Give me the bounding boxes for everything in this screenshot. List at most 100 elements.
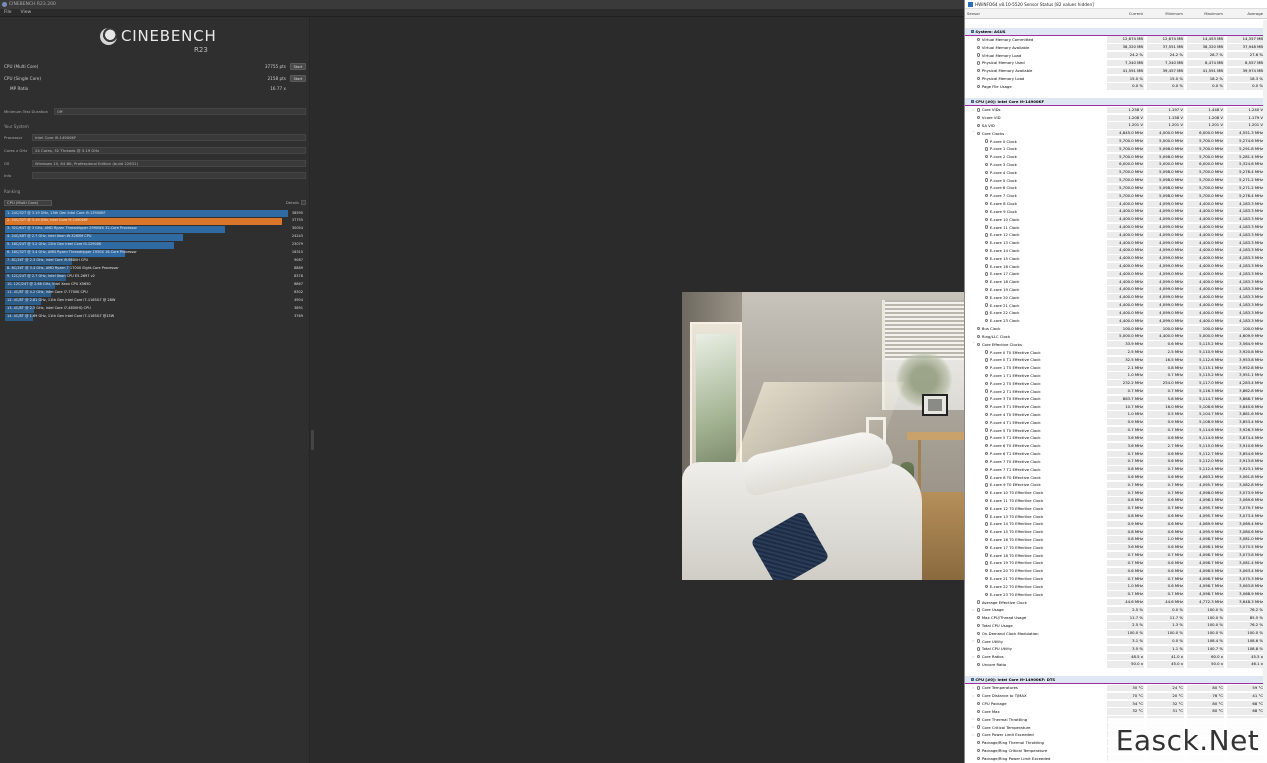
sensor-row[interactable]: Uncore Ratio 50.0 x 45.0 x 50.0 x 46.1 x (965, 661, 1267, 669)
sensor-row[interactable]: E-core 19 T0 Effective Clock 0.7 MHz 0.6 M… (965, 559, 1267, 567)
sensor-row[interactable]: P-core 5 Clock 5,700.0 MHz 5,098.0 MHz 5,70… (965, 176, 1267, 184)
sensor-row[interactable]: E-core 17 T0 Effective Clock 3.6 MHz 0.6 M… (965, 543, 1267, 551)
sensor-row[interactable]: E-core 11 T0 Effective Clock 0.8 MHz 0.6 M… (965, 497, 1267, 505)
sensor-row[interactable]: Virtual Memory Load 24.2 % 24.2 % 28.7 % 27.… (965, 51, 1267, 59)
sensor-row[interactable]: E-core 21 Clock 4,400.0 MHz 4,099.0 MHz 4,4… (965, 301, 1267, 309)
sensor-row[interactable]: E-core 12 T0 Effective Clock 0.7 MHz 0.7 M… (965, 504, 1267, 512)
start-single-core-button[interactable]: Start (290, 75, 306, 82)
details-toggle[interactable]: Details (286, 200, 306, 205)
sensor-row[interactable]: E-core 15 T0 Effective Clock 0.8 MHz 0.6 M… (965, 528, 1267, 536)
sensor-row[interactable]: P-core 4 T0 Effective Clock 1.0 MHz 0.5 MH… (965, 411, 1267, 419)
sensor-row[interactable]: P-core 1 Clock 5,700.0 MHz 5,098.0 MHz 5,70… (965, 145, 1267, 153)
expand-chevron-icon[interactable]: › (973, 639, 976, 643)
sensor-row[interactable]: P-core 2 Clock 5,700.0 MHz 5,098.0 MHz 5,70… (965, 153, 1267, 161)
expand-chevron-icon[interactable]: › (973, 694, 976, 698)
info-field[interactable] (32, 172, 306, 179)
expand-chevron-icon[interactable]: › (973, 717, 976, 721)
sensor-row[interactable]: Virtual Memory Committed 12,674 MB 12,674 … (965, 36, 1267, 44)
sensor-row[interactable]: P-core 7 T1 Effective Clock 0.8 MHz 0.7 MH… (965, 465, 1267, 473)
sensor-row[interactable]: E-core 23 Clock 4,400.0 MHz 4,099.0 MHz 4,4… (965, 317, 1267, 325)
min-test-duration-select[interactable]: Off (54, 108, 306, 115)
sensor-row[interactable]: P-core 0 T0 Effective Clock 2.5 MHz 2.5 MH… (965, 348, 1267, 356)
ranking-row[interactable]: 3. 32C/64T @ 3 GHz, AMD Ryzen Threadripp… (5, 225, 305, 234)
hwinfo-titlebar[interactable]: HWiNFO64 v8.10-5520 Sensor Status [82 va… (965, 0, 1267, 9)
sensor-row[interactable]: Total CPU Utility 3.5 % 1.1 % 140.7 % 108.8 … (965, 645, 1267, 653)
sensor-row[interactable]: ˅ Core Effective Clocks 33.9 MHz 0.6 MHz 5,1… (965, 340, 1267, 348)
sensor-row[interactable]: SA VID 1.201 V 1.201 V 1.201 V 1.201 V (965, 122, 1267, 130)
sensor-row[interactable]: P-core 7 T0 Effective Clock 0.7 MHz 0.6 MH… (965, 458, 1267, 466)
sensor-row[interactable]: P-core 3 Clock 6,000.0 MHz 5,000.0 MHz 6,00… (965, 161, 1267, 169)
sensor-row[interactable]: P-core 7 Clock 5,700.0 MHz 5,098.0 MHz 5,70… (965, 192, 1267, 200)
expand-chevron-icon[interactable]: › (973, 608, 976, 612)
expand-chevron-icon[interactable]: ˅ (973, 342, 976, 346)
sensor-row[interactable]: P-core 1 T1 Effective Clock 1.0 MHz 0.7 MH… (965, 372, 1267, 380)
sensor-row[interactable]: E-core 20 T0 Effective Clock 0.6 MHz 0.6 M… (965, 567, 1267, 575)
column-sensor[interactable]: Sensor (965, 11, 1105, 16)
sensor-row[interactable]: E-core 16 T0 Effective Clock 0.8 MHz 1.0 M… (965, 536, 1267, 544)
sensor-row[interactable]: › Core Temperatures 30 °C 24 °C 80 °C 59 °C (965, 684, 1267, 692)
sensor-row[interactable]: E-core 14 Clock 4,400.0 MHz 4,099.0 MHz 4,4… (965, 247, 1267, 255)
sensor-row[interactable]: P-core 3 T0 Effective Clock 863.7 MHz 5.8 … (965, 395, 1267, 403)
sensor-group-row[interactable]: System: ASUS (965, 27, 1267, 36)
sensor-row[interactable]: On-Demand Clock Modulation 100.0 % 100.0 %… (965, 629, 1267, 637)
ranking-row[interactable]: 10. 12C/24T @ 2.66 GHz, Intel Xeon CPU X… (5, 281, 305, 290)
ranking-row[interactable]: 6. 16C/32T @ 3.4 GHz, AMD Ryzen Threadri… (5, 249, 305, 258)
sensor-row[interactable]: › Core VIDs 1.258 V 1.197 V 1.448 V 1.240 V (965, 106, 1267, 114)
sensor-row[interactable]: E-core 9 Clock 4,400.0 MHz 4,099.0 MHz 4,40… (965, 208, 1267, 216)
sensor-row[interactable]: E-core 10 T0 Effective Clock 0.7 MHz 0.7 M… (965, 489, 1267, 497)
sensor-row[interactable]: E-core 11 Clock 4,400.0 MHz 4,099.0 MHz 4,4… (965, 223, 1267, 231)
sensor-row[interactable]: E-core 8 T0 Effective Clock 0.6 MHz 0.6 MH… (965, 473, 1267, 481)
ranking-row[interactable]: 1. 24C/32T @ 3.19 GHz, 13th Gen Intel Co… (5, 210, 305, 218)
sensor-row[interactable]: P-core 3 T1 Effective Clock 10.7 MHz 16.0 … (965, 403, 1267, 411)
sensor-row[interactable]: Ring/LLC Clock 5,000.0 MHz 4,400.0 MHz 5,00… (965, 333, 1267, 341)
sensor-row[interactable]: E-core 13 T0 Effective Clock 0.8 MHz 0.6 M… (965, 512, 1267, 520)
sensor-row[interactable]: E-core 21 T0 Effective Clock 0.7 MHz 0.7 M… (965, 575, 1267, 583)
sensor-row[interactable]: › Core Ratios 48.5 x 41.0 x 60.0 x 45.5 x (965, 653, 1267, 661)
sensor-row[interactable]: E-core 17 Clock 4,400.0 MHz 4,099.0 MHz 4,4… (965, 270, 1267, 278)
sensor-row[interactable]: › Core Usage 2.5 % 0.0 % 100.0 % 76.2 % (965, 606, 1267, 614)
expand-chevron-icon[interactable]: ˅ (973, 131, 976, 135)
expand-chevron-icon[interactable]: › (973, 686, 976, 690)
expand-chevron-icon[interactable]: › (973, 733, 976, 737)
sensor-row[interactable]: E-core 8 Clock 4,400.0 MHz 4,099.0 MHz 4,40… (965, 200, 1267, 208)
sensor-row[interactable]: P-core 0 T1 Effective Clock 32.5 MHz 16.5 … (965, 356, 1267, 364)
sensor-row[interactable]: P-core 6 Clock 5,700.0 MHz 5,098.0 MHz 5,70… (965, 184, 1267, 192)
column-minimum[interactable]: Minimum (1145, 11, 1185, 16)
panel-splitter[interactable] (311, 430, 314, 450)
column-current[interactable]: Current (1105, 11, 1145, 16)
sensor-row[interactable]: E-core 13 Clock 4,400.0 MHz 4,099.0 MHz 4,4… (965, 239, 1267, 247)
details-checkbox[interactable] (301, 200, 306, 205)
sensor-row[interactable]: P-core 2 T1 Effective Clock 0.7 MHz 0.7 MH… (965, 387, 1267, 395)
sensor-row[interactable]: E-core 9 T0 Effective Clock 0.7 MHz 0.7 MH… (965, 481, 1267, 489)
sensor-row[interactable]: P-core 4 Clock 5,700.0 MHz 5,098.0 MHz 5,70… (965, 168, 1267, 176)
sensor-row[interactable]: E-core 15 Clock 4,400.0 MHz 4,099.0 MHz 4,4… (965, 254, 1267, 262)
sensor-row[interactable]: P-core 1 T0 Effective Clock 2.1 MHz 0.8 MH… (965, 364, 1267, 372)
sensor-row[interactable]: E-core 19 Clock 4,400.0 MHz 4,099.0 MHz 4,4… (965, 286, 1267, 294)
ranking-row[interactable]: 9. 12C/24T @ 2.7 GHz, Intel Xeon CPU E5-… (5, 273, 305, 282)
sensor-row[interactable]: › Core Utility 3.1 % 0.0 % 108.4 % 108.6 % (965, 637, 1267, 645)
sensor-row[interactable]: P-core 5 T0 Effective Clock 0.7 MHz 0.7 MH… (965, 426, 1267, 434)
column-average[interactable]: Average (1225, 11, 1265, 16)
sensor-row[interactable]: Virtual Memory Available 38,320 MB 37,551 … (965, 43, 1267, 51)
sensor-group-row[interactable]: CPU [#0]: Intel Core i9-14900KF: DTS (965, 676, 1267, 685)
sensor-row[interactable]: E-core 14 T0 Effective Clock 0.9 MHz 0.6 M… (965, 520, 1267, 528)
sensor-row[interactable]: Max CPU/Thread Usage 11.7 % 11.7 % 100.0 % 8… (965, 614, 1267, 622)
column-maximum[interactable]: Maximum (1185, 11, 1225, 16)
cinebench-titlebar[interactable]: CINEBENCH R23.200 (0, 0, 964, 9)
ranking-row[interactable]: 14. 4C/8T @ 1.69 GHz, 11th Gen Intel Cor… (5, 313, 305, 322)
sensor-row[interactable]: E-core 18 Clock 4,400.0 MHz 4,099.0 MHz 4,4… (965, 278, 1267, 286)
sensor-row[interactable]: P-core 5 T1 Effective Clock 3.6 MHz 0.6 MH… (965, 434, 1267, 442)
ranking-row[interactable]: 7. 8C/16T @ 2.3 GHz, Intel Core i9-9880H… (5, 257, 305, 266)
menu-file[interactable]: File (4, 10, 12, 15)
sensor-row[interactable]: › Core Distance to TjMAX 70 °C 20 °C 76 °C 41… (965, 692, 1267, 700)
sensor-row[interactable]: E-core 12 Clock 4,400.0 MHz 4,099.0 MHz 4,4… (965, 231, 1267, 239)
ranking-row[interactable]: 8. 8C/16T @ 3.4 GHz, AMD Ryzen 7 1700X E… (5, 265, 305, 274)
sensor-row[interactable]: E-core 23 T0 Effective Clock 0.7 MHz 0.7 M… (965, 590, 1267, 598)
ranking-type-select[interactable]: CPU (Multi Core) (4, 199, 52, 206)
sensor-row[interactable]: Bus Clock 100.0 MHz 100.0 MHz 100.0 MHz 100.… (965, 325, 1267, 333)
start-multi-core-button[interactable]: Start (290, 63, 306, 70)
sensor-group-row[interactable]: CPU [#0]: Intel Core i9-14900KF (965, 98, 1267, 106)
sensor-scrollbar[interactable] (1263, 20, 1267, 763)
sensor-row[interactable]: P-core 0 Clock 5,700.0 MHz 5,000.0 MHz 5,70… (965, 137, 1267, 145)
ranking-row[interactable]: 5. 16C/24T @ 3.2 GHz, 12th Gen Intel Cor… (5, 241, 305, 250)
